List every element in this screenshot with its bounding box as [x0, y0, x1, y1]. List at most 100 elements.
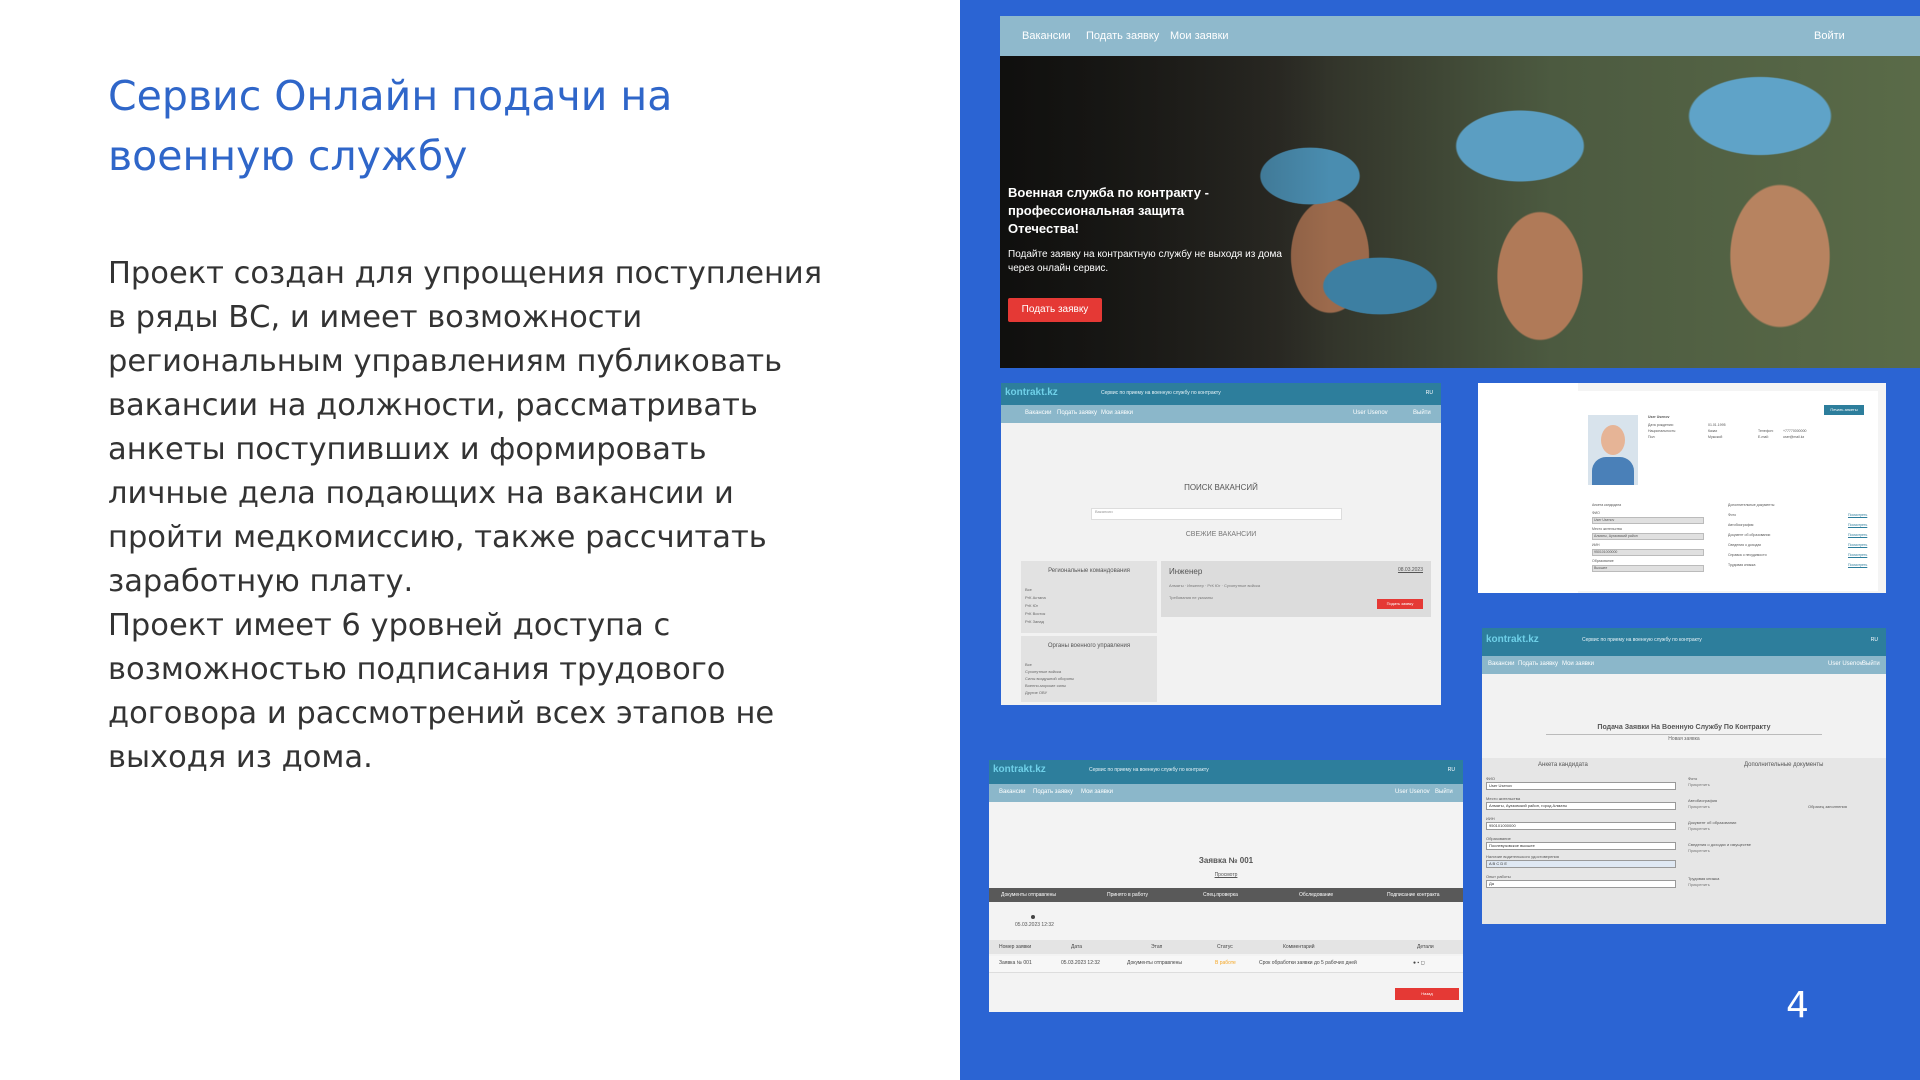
details-icon[interactable]: ● ▪ ◻ — [1413, 960, 1425, 966]
nation-value: Казах — [1708, 429, 1718, 433]
experience-select[interactable]: Да — [1486, 880, 1676, 888]
doc-view-link[interactable]: Посмотреть — [1848, 553, 1867, 557]
doc-view-link[interactable]: Посмотреть — [1848, 563, 1867, 567]
nation-label: Национальность: — [1648, 429, 1677, 433]
attach-link[interactable]: Прикрепить — [1688, 826, 1710, 831]
candidate-title: Анкета кандидата — [1538, 762, 1588, 768]
filter-option[interactable]: Другие ОВУ — [1025, 690, 1047, 695]
birth-value: 01.01.1995 — [1708, 423, 1726, 427]
subnav-apply[interactable]: Подать заявку — [1033, 789, 1073, 795]
filter-option[interactable]: Все — [1025, 662, 1032, 667]
lang-switch[interactable]: RU — [1426, 390, 1433, 396]
lang-switch[interactable]: RU — [1448, 767, 1455, 773]
site-tagline: Сервис по приему на военную службу по ко… — [1089, 767, 1209, 773]
phone-label: Телефон: — [1758, 429, 1774, 433]
field-value: Алматы, Ауэзовский район — [1594, 534, 1638, 538]
field-label: Место жительства — [1592, 527, 1622, 531]
license-categories[interactable]: A B C D E — [1486, 860, 1676, 868]
phone-value: +77770000000 — [1783, 429, 1807, 433]
column-header: Номер заявки — [999, 944, 1032, 950]
subnav-logout[interactable]: Выйти — [1413, 410, 1431, 416]
regional-filter-panel: Региональные командования Все РгК Астана… — [1021, 561, 1157, 633]
slide-title: Сервис Онлайн подачи на военную службу — [108, 72, 673, 180]
doc-item: Справка о несудимости — [1728, 553, 1767, 557]
site-topbar: kontrakt.kz Сервис по приему на военную … — [1482, 628, 1886, 656]
hero-apply-button[interactable]: Подать заявку — [1008, 298, 1102, 322]
field-label: ФИО — [1592, 511, 1600, 515]
subnav-my-applications[interactable]: Мои заявки — [1101, 410, 1133, 416]
subnav-logout[interactable]: Выйти — [1435, 789, 1453, 795]
field-label: Опыт работы — [1486, 874, 1511, 879]
subnav-vacancies[interactable]: Вакансии — [1025, 410, 1051, 416]
attach-link[interactable]: Прикрепить — [1688, 782, 1710, 787]
filter-option[interactable]: Все — [1025, 587, 1032, 592]
subnav-vacancies[interactable]: Вакансии — [999, 789, 1025, 795]
slide-body: Проект создан для упрощения поступления … — [108, 252, 828, 780]
vacancy-apply-button[interactable]: Подать заявку — [1377, 599, 1423, 609]
application-title: Заявка № 001 — [1198, 856, 1254, 865]
education-select[interactable]: Послевузовское высшее — [1486, 842, 1676, 850]
filter-option[interactable]: РгК Юг — [1025, 603, 1038, 608]
gender-label: Пол: — [1648, 435, 1656, 439]
site-subnav: Вакансии Подать заявку Мои заявки User U… — [1001, 405, 1441, 423]
site-logo[interactable]: kontrakt.kz — [993, 764, 1046, 775]
vacancy-search-input[interactable]: Вакансии — [1091, 508, 1342, 520]
subnav-logout[interactable]: Выйти — [1862, 661, 1880, 667]
attach-link[interactable]: Прикрепить — [1688, 848, 1710, 853]
filter-option[interactable]: РгК Восток — [1025, 611, 1045, 616]
field-label: Образование — [1486, 836, 1511, 841]
subnav-user[interactable]: User Usenov — [1828, 661, 1863, 667]
attach-link[interactable]: Прикрепить — [1688, 882, 1710, 887]
field-value: User Usenov — [1594, 518, 1615, 522]
filter-option[interactable]: Сухопутные войска — [1025, 669, 1061, 674]
doc-item: Трудовая книжка — [1728, 563, 1756, 567]
vacancy-card[interactable]: Инженер 08.03.2023 Алматы · Инженер · Рг… — [1161, 561, 1431, 617]
lang-switch[interactable]: RU — [1871, 637, 1878, 643]
address-input[interactable]: Алматы, Ауэзовский район, город Алматы — [1486, 802, 1676, 810]
column-header: Этап — [1151, 944, 1163, 950]
step-marker — [1031, 915, 1035, 919]
nav-apply[interactable]: Подать заявку — [1086, 30, 1159, 42]
filter-option[interactable]: РгК Запад — [1025, 619, 1044, 624]
doc-view-link[interactable]: Посмотреть — [1848, 523, 1867, 527]
print-profile-button[interactable]: Печать анкеты — [1824, 405, 1864, 415]
subnav-apply[interactable]: Подать заявку — [1518, 661, 1558, 667]
doc-view-link[interactable]: Посмотреть — [1848, 543, 1867, 547]
field-value: Высшее — [1594, 566, 1608, 570]
filter-option[interactable]: Военно-морские силы — [1025, 683, 1066, 688]
doc-label: Трудовая книжка — [1688, 876, 1720, 881]
doc-view-link[interactable]: Посмотреть — [1848, 533, 1867, 537]
hero-headline: Военная служба по контракту - профессион… — [1008, 185, 1209, 236]
subnav-apply[interactable]: Подать заявку — [1057, 410, 1097, 416]
site-topbar: kontrakt.kz Сервис по приему на военную … — [989, 760, 1463, 784]
filter-option[interactable]: Силы воздушной обороны — [1025, 676, 1074, 681]
table-row[interactable]: Заявка № 001 05.03.2023 12:32 Документы … — [989, 956, 1463, 973]
gender-value: Мужской — [1708, 435, 1723, 439]
subnav-user[interactable]: User Usenov — [1395, 789, 1430, 795]
application-view-link[interactable]: Просмотр — [989, 872, 1463, 878]
site-logo[interactable]: kontrakt.kz — [1005, 387, 1058, 398]
subnav-my-applications[interactable]: Мои заявки — [1081, 789, 1113, 795]
vacancy-title: Инженер — [1169, 567, 1203, 576]
attach-link[interactable]: Прикрепить — [1688, 804, 1710, 809]
filter-option[interactable]: РгК Астана — [1025, 595, 1046, 600]
doc-label: Фото — [1688, 776, 1698, 781]
subnav-my-applications[interactable]: Мои заявки — [1562, 661, 1594, 667]
back-button[interactable]: Назад — [1395, 988, 1459, 1000]
slide-paragraph-1: Проект создан для упрощения поступления … — [108, 256, 823, 599]
site-tagline: Сервис по приему на военную службу по ко… — [1101, 390, 1221, 396]
nav-my-applications[interactable]: Мои заявки — [1170, 30, 1229, 42]
sample-link[interactable]: Образец заполнения — [1808, 804, 1847, 809]
field-label: Наличие водительского удостоверения — [1486, 854, 1559, 859]
subnav-user[interactable]: User Usenov — [1353, 410, 1388, 416]
vacancy-meta: Алматы · Инженер · РгК Юг · Сухопутные в… — [1169, 583, 1261, 588]
doc-view-link[interactable]: Посмотреть — [1848, 513, 1867, 517]
subnav-vacancies[interactable]: Вакансии — [1488, 661, 1514, 667]
nav-login[interactable]: Войти — [1814, 30, 1845, 42]
site-subnav: Вакансии Подать заявку Мои заявки User U… — [1482, 656, 1886, 674]
site-logo[interactable]: kontrakt.kz — [1486, 634, 1539, 645]
nav-vacancies[interactable]: Вакансии — [1022, 30, 1071, 42]
form-title-divider — [1546, 734, 1822, 735]
iin-input[interactable]: 950101000000 — [1486, 822, 1676, 830]
name-input[interactable]: User Usenov — [1486, 782, 1676, 790]
